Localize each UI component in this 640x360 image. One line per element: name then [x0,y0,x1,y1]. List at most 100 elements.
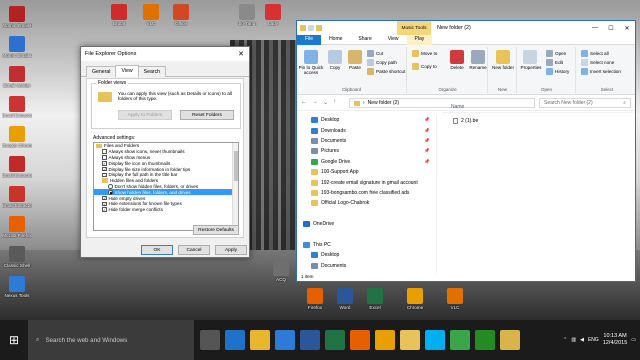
copy-button[interactable]: Copy [326,65,344,70]
checkbox[interactable] [102,172,107,178]
advanced-settings-tree[interactable]: Files and Folders Always show icons, neve… [93,142,239,231]
properties-icon[interactable] [523,50,537,64]
edge-icon[interactable] [225,330,245,350]
desktop-icon-brutal[interactable]: Brutal [104,4,134,26]
desktop-icon-firefox[interactable]: Firefox [300,288,330,310]
paste-shortcut-button[interactable]: Paste shortcut [367,68,405,75]
desktop-icon-email-verifier[interactable]: Email Verifier [2,66,32,88]
tab-search[interactable]: Search [137,66,167,77]
desktop-icon-office[interactable]: Office [166,4,196,26]
nav-item-official-logo-chabrok[interactable]: Official Logo-Chabrok [297,198,436,208]
desktop-icon-acq[interactable]: ACQ [266,260,296,282]
desktop-icon-google-chrome[interactable]: Google Chrome [2,126,32,148]
volume-icon[interactable]: ◀ [580,337,584,343]
new-folder-icon[interactable] [316,25,322,31]
nav-item-documents[interactable]: Documents 📌 [297,136,436,146]
desktop-icon-email-extractor-14[interactable]: Email Extractor 14 [2,186,32,208]
apply-to-folders-button[interactable]: Apply to Folders [118,110,172,120]
cancel-button[interactable]: Cancel [178,245,210,255]
store-icon[interactable] [275,330,295,350]
checkbox[interactable]: ✓ [102,166,107,172]
select-all-button[interactable]: Select all [581,50,609,57]
nav-item-100-support-app[interactable]: 100-Support App [297,167,436,177]
nav-item-desktop[interactable]: Desktop [297,250,436,260]
windows-start-icon[interactable]: ⊞ [0,320,28,360]
nav-item-downloads[interactable]: Downloads 📌 [297,125,436,135]
desktop-icon-atomic-email-hunter[interactable]: Atomic Email Hunter [2,6,32,28]
nav-item-pictures[interactable]: Pictures 📌 [297,146,436,156]
reset-folders-button[interactable]: Reset Folders [180,110,234,120]
tab-view[interactable]: View [115,65,139,77]
checkbox[interactable]: ✓ [102,161,107,166]
breadcrumb-current[interactable]: New folder (2) [368,100,399,106]
pin-to-quick-access-button[interactable]: Pin to Quick access [297,65,325,75]
rename-button[interactable]: Rename [467,65,489,70]
explorer-icon[interactable] [400,330,420,350]
radio-button[interactable] [108,190,113,195]
restore-defaults-button[interactable]: Restore Defaults [193,225,239,235]
clock[interactable]: 10:13 AM 12/4/2015 [603,333,627,347]
desktop-icon-mozilla-firefox[interactable]: Mozilla Firefox [2,216,32,238]
dialog-title-bar[interactable]: File Explorer Options ✕ [81,47,249,61]
folder-icon[interactable] [300,25,306,31]
firefox-icon[interactable] [350,330,370,350]
notepad-icon[interactable] [500,330,520,350]
tab-file[interactable]: File [297,35,322,45]
select-none-button[interactable]: Select none [581,59,614,66]
edit-button[interactable]: Edit [546,59,563,66]
apply-button[interactable]: Apply [215,245,247,255]
delete-icon[interactable] [450,50,464,64]
network-icon[interactable]: ▥ [571,337,576,343]
checkbox[interactable]: ✓ [102,195,107,201]
rename-icon[interactable] [471,50,485,64]
camtasia-icon[interactable] [450,330,470,350]
checkbox[interactable]: ✓ [102,201,107,207]
tab-home[interactable]: Home [321,35,350,45]
open-button[interactable]: Open [546,50,566,57]
history-button[interactable]: History [546,68,569,75]
nav-item-192-create-email-signature-in-gmail-account[interactable]: 192-create email signature in gmail acco… [297,177,436,187]
camtasia-recorder-icon[interactable] [475,330,495,350]
file-explorer-icon[interactable] [250,330,270,350]
back-arrow-icon[interactable]: ← [301,99,307,106]
copy-to-button[interactable]: Copy to [412,63,437,70]
chrome-icon[interactable] [375,330,395,350]
desktop-icon-chrome[interactable]: Chrome [400,288,430,310]
move-to-button[interactable]: Move to [412,50,437,57]
tree-scrollbar[interactable] [232,143,238,230]
file-row[interactable]: 2 (1).be [443,116,633,126]
nav-item-google-drive[interactable]: Google Drive 📌 [297,157,436,167]
desktop-icon-vlc[interactable]: VLC [440,288,470,310]
task-view-icon[interactable] [200,330,220,350]
properties-button[interactable]: Properties [518,65,544,70]
scrollbar-thumb[interactable] [234,151,238,181]
copy-path-button[interactable]: Copy path [367,59,397,66]
skype-icon[interactable] [425,330,445,350]
desktop-icon-word[interactable]: Word [330,288,360,310]
forward-arrow-icon[interactable]: → [312,99,318,106]
excel-icon[interactable] [325,330,345,350]
nav-item-this-pc[interactable]: This PC [297,240,436,250]
up-arrow-icon[interactable]: ↑ [333,99,336,106]
recent-chevron-icon[interactable]: ⌄ [323,99,328,106]
nav-item-documents[interactable]: Documents [297,260,436,270]
new-folder-button[interactable]: New folder [489,65,517,70]
tab-general[interactable]: General [86,66,117,77]
desktop-icon-email-extractor[interactable]: Email Extractor [2,96,32,118]
explorer-title-bar[interactable]: Music Tools New folder (2) — ☐ ✕ [297,21,635,35]
nav-item-desktop[interactable]: Desktop 📌 [297,115,436,125]
cut-button[interactable]: Cut [367,50,383,57]
tree-item-hide-folder-merge-conflicts[interactable]: ✓ Hide folder merge conflicts [94,207,238,213]
chevron-up-icon[interactable]: ⌃ [563,337,567,343]
desktop-icon-vlc[interactable]: VLC [136,4,166,26]
delete-button[interactable]: Delete [446,65,468,70]
properties-icon[interactable] [308,25,314,31]
tab-share[interactable]: Share [350,35,379,45]
nav-item-193-bongsambo-com-free-classified-ads[interactable]: 193-bongsambo.com free classified ads [297,188,436,198]
desktop-icon-lady[interactable]: Lady [258,4,288,26]
taskbar-search-box[interactable]: ⌕ Search the web and Windows [28,320,194,360]
paste-button[interactable]: Paste [345,65,365,70]
desktop-icon-nexus-tools[interactable]: Nexus Tools [2,276,32,298]
language-indicator[interactable]: ENG [588,337,599,343]
column-header-name[interactable]: Name [443,101,633,113]
